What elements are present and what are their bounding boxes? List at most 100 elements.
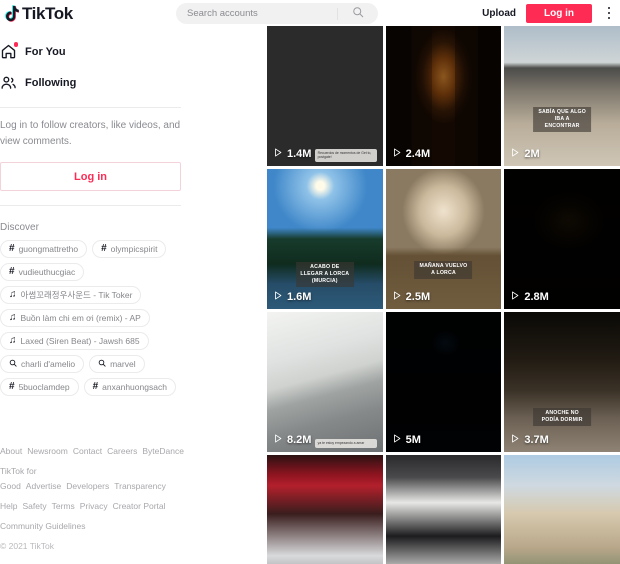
footer-link[interactable]: Developers [66, 481, 109, 491]
footer-link[interactable]: Creator Portal [113, 501, 166, 511]
footer-link[interactable]: Transparency [114, 481, 166, 491]
discover-tag-label: charli d'amelio [21, 359, 76, 369]
discover-tag[interactable]: #5buoclamdep [0, 378, 79, 396]
footer-link[interactable]: Advertise [26, 481, 61, 491]
video-view-count: 3.7M [510, 433, 549, 447]
discover-tag[interactable]: # anxanhuongsach [83, 378, 176, 396]
footer-link[interactable]: Contact [73, 446, 102, 456]
search-icon [9, 359, 17, 370]
login-button[interactable]: Log in [526, 3, 592, 23]
discover-tag-label: anxanhuongsach [102, 382, 167, 392]
footer-link[interactable]: Careers [107, 446, 137, 456]
view-count-label: 5M [405, 434, 421, 446]
search-bar[interactable] [176, 3, 378, 24]
play-icon [392, 147, 402, 161]
hashtag-icon: # [101, 243, 107, 254]
discover-tag-label: marvel [110, 359, 136, 369]
view-count-label: 2.5M [405, 291, 431, 303]
kebab-menu-icon[interactable] [602, 3, 616, 23]
video-card[interactable]: ANOCHE NO PODÍA DORMIR 3.7M [504, 312, 620, 452]
play-icon [273, 290, 283, 304]
video-card[interactable]: 2.4M [385, 26, 502, 166]
footer-link[interactable]: Help [0, 501, 17, 511]
sidebar-login-button[interactable]: Log in [0, 162, 181, 191]
video-card[interactable]: ya te estoy empezando a amar 8.2M [267, 312, 383, 452]
tiktok-note-icon [4, 4, 20, 22]
discover-tag[interactable]: ♫ 아썸꼬래정우사운드 - Tik Toker [0, 286, 142, 304]
search-icon [352, 6, 364, 21]
video-card[interactable]: 5M [385, 312, 502, 452]
video-view-count: 2M [510, 147, 540, 161]
footer-link[interactable]: Newsroom [27, 446, 68, 456]
discover-tag-label: olympicspirit [110, 244, 158, 254]
home-icon [0, 42, 18, 60]
search-icon [98, 359, 106, 370]
upload-button[interactable]: Upload [482, 8, 516, 19]
view-count-label: 1.6M [287, 291, 312, 303]
video-card[interactable]: Recuerdos de momentos de Get to, postgat… [267, 26, 383, 166]
discover-tag[interactable]: # guongmattretho [0, 240, 88, 258]
video-thumbnail [385, 312, 502, 452]
discover-tag[interactable]: ♫ Buồn làm chi em ơi (remix) - AP [0, 309, 150, 327]
sidebar-item-following[interactable]: Following [0, 67, 193, 98]
video-thumbnail [385, 169, 502, 309]
discover-tag[interactable]: # olympicspirit [92, 240, 167, 258]
video-thumbnail [385, 455, 502, 564]
top-header: TikTok Upload Log in [0, 0, 620, 26]
view-count-label: 1.4M [287, 148, 312, 160]
video-view-count: 5M [392, 433, 421, 447]
discover-tag[interactable]: marvel [89, 355, 145, 373]
video-card[interactable] [267, 455, 383, 564]
footer-link[interactable]: Community Guidelines [0, 521, 86, 531]
hashtag-icon: # [9, 266, 15, 277]
discover-tag-label: Laxed (Siren Beat) - Jawsh 685 [20, 336, 140, 346]
discover-tag[interactable]: ♫ Laxed (Siren Beat) - Jawsh 685 [0, 332, 149, 350]
video-view-count: 1.6M [273, 290, 311, 304]
play-icon [273, 433, 283, 447]
footer-link[interactable]: Privacy [80, 501, 108, 511]
search-input[interactable] [176, 3, 326, 24]
video-card[interactable]: 2.8M [504, 169, 620, 309]
video-card[interactable]: SABÍA QUE ALGO IBA A ENCONTRAR 2M [504, 26, 620, 166]
video-view-count: 2.8M [510, 290, 549, 304]
play-icon [510, 290, 520, 304]
video-thumbnail [504, 312, 620, 452]
hashtag-icon: # [9, 243, 15, 254]
video-card[interactable]: MAÑANA VUELVO A LORCA 2.5M [385, 169, 502, 309]
discover-tag-label: 아썸꼬래정우사운드 - Tik Toker [20, 290, 133, 300]
video-thumbnail [267, 169, 383, 309]
view-count-label: 2.4M [405, 148, 431, 160]
video-caption-overlay: ANOCHE NO PODÍA DORMIR [533, 408, 592, 426]
video-view-count: 1.4M [273, 147, 311, 161]
discover-tag-label: 5buoclamdep [18, 382, 70, 392]
footer-link[interactable]: About [0, 446, 22, 456]
video-card[interactable]: ACABO DE LLEGAR A LORCA (MURCIA) 1.6M [267, 169, 383, 309]
view-count-label: 3.7M [524, 434, 549, 446]
search-button[interactable] [338, 3, 378, 24]
view-count-label: 2.8M [524, 291, 549, 303]
video-caption-overlay: MAÑANA VUELVO A LORCA [414, 261, 473, 279]
discover-tag-label: Buồn làm chi em ơi (remix) - AP [20, 313, 141, 323]
discover-tag[interactable]: charli d'amelio [0, 355, 85, 373]
sidebar-item-label: Following [25, 76, 77, 89]
play-icon [510, 147, 520, 161]
video-thumbnail [504, 26, 620, 166]
music-note-icon: ♫ [9, 289, 17, 300]
footer-link[interactable]: ByteDance [142, 446, 184, 456]
footer-link-row: About Newsroom Contact Careers ByteDance [0, 444, 184, 459]
sidebar-item-for-you[interactable]: For You [0, 36, 193, 67]
video-card[interactable] [385, 455, 502, 564]
discover-tag[interactable]: # vudieuthucgiac [0, 263, 85, 281]
copyright-text: © 2021 TikTok [0, 541, 54, 551]
tiktok-logo[interactable]: TikTok [4, 5, 73, 22]
view-count-label: 2M [524, 148, 540, 160]
video-card[interactable] [504, 455, 620, 564]
video-view-count: 2.4M [392, 147, 430, 161]
discover-tag-list: # guongmattretho # olympicspirit # vudieuthuc… [0, 240, 193, 396]
footer-link[interactable]: Terms [52, 501, 75, 511]
video-grid[interactable]: Recuerdos de momentos de Get to, postgat… [267, 26, 620, 564]
footer-link[interactable]: Safety [22, 501, 46, 511]
video-thumbnail [267, 26, 383, 166]
hashtag-icon: # [9, 381, 15, 392]
video-thumbnail [504, 169, 620, 309]
